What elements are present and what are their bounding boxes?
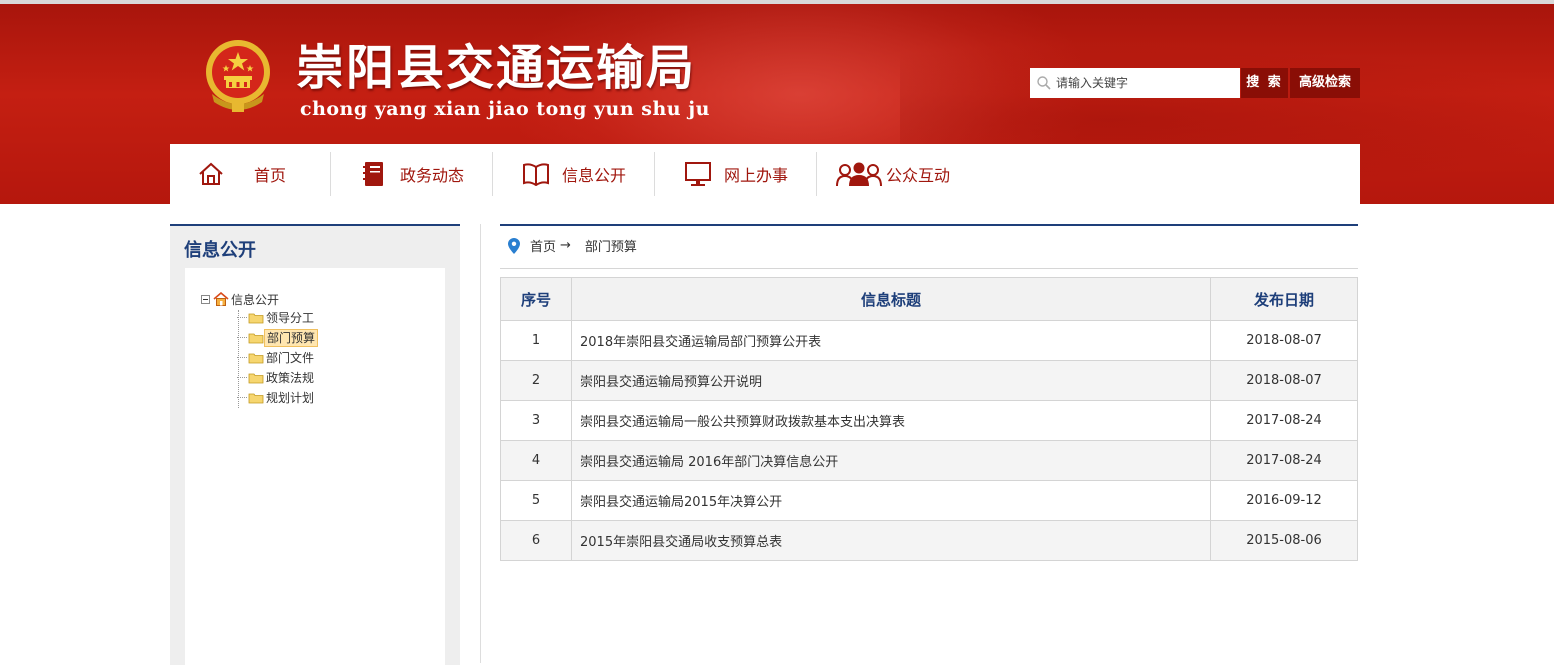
nav-label-home: 首页	[254, 166, 287, 185]
row-title-link[interactable]: 2015年崇阳县交通局收支预算总表	[571, 520, 1211, 561]
table-row: 5 崇阳县交通运输局2015年决算公开 2016-09-12	[500, 480, 1358, 521]
tree-node-dept-docs[interactable]: 部门文件	[237, 349, 316, 367]
open-book-icon	[523, 163, 549, 186]
search-input[interactable]	[1056, 68, 1236, 98]
table-row: 3 崇阳县交通运输局一般公共预算财政拨款基本支出决算表 2017-08-24	[500, 400, 1358, 441]
row-date: 2015-08-06	[1210, 520, 1358, 561]
nav-item-public-interaction[interactable]: 公众互动	[836, 144, 950, 204]
home-icon	[199, 162, 223, 185]
table-row: 2 崇阳县交通运输局预算公开说明 2018-08-07	[500, 360, 1358, 401]
sidebar-tree-panel: 信息公开 领导分工 部门预算 部门文件 政策法规 规划计划	[185, 268, 445, 665]
breadcrumb: 首页 → 部门预算	[500, 224, 1358, 269]
info-table: 序号 信息标题 发布日期 1 2018年崇阳县交通运输局部门预算公开表 2018…	[500, 277, 1358, 561]
row-date: 2016-09-12	[1210, 480, 1358, 521]
folder-icon	[248, 373, 264, 384]
column-header-date: 发布日期	[1210, 277, 1358, 321]
people-icon	[836, 162, 882, 187]
row-number: 2	[500, 360, 572, 401]
tree-node-dept-budget[interactable]: 部门预算	[237, 329, 319, 347]
tree-node-label: 规划计划	[266, 391, 315, 405]
tree-node-label: 部门预算	[264, 329, 319, 347]
nav-divider	[330, 152, 331, 196]
row-date: 2017-08-24	[1210, 440, 1358, 481]
row-date: 2018-08-07	[1210, 360, 1358, 401]
row-number: 4	[500, 440, 572, 481]
tree-node-policy[interactable]: 政策法规	[237, 369, 316, 387]
row-title-link[interactable]: 崇阳县交通运输局预算公开说明	[571, 360, 1211, 401]
row-date: 2018-08-07	[1210, 320, 1358, 361]
nav-item-online-service[interactable]: 网上办事	[684, 144, 788, 204]
nav-item-info-open[interactable]: 信息公开	[522, 144, 626, 204]
search-box	[1030, 68, 1240, 98]
tree-node-planning[interactable]: 规划计划	[237, 389, 316, 407]
folder-icon	[248, 353, 264, 364]
table-row: 4 崇阳县交通运输局 2016年部门决算信息公开 2017-08-24	[500, 440, 1358, 481]
nav-label-public-interaction: 公众互动	[886, 166, 951, 185]
nav-divider	[492, 152, 493, 196]
folder-icon	[248, 393, 264, 404]
row-number: 5	[500, 480, 572, 521]
row-title-link[interactable]: 2018年崇阳县交通运输局部门预算公开表	[571, 320, 1211, 361]
sidebar-title: 信息公开	[184, 240, 256, 261]
sidebar: 信息公开 信息公开 领导分工 部门预算 部门文件 政策法规 规划计划	[170, 224, 460, 665]
row-number: 6	[500, 520, 572, 561]
table-header-row: 序号 信息标题 发布日期	[500, 277, 1358, 321]
tree-node-label: 部门文件	[266, 351, 315, 365]
nav-label-news: 政务动态	[400, 166, 465, 185]
folder-icon	[248, 333, 264, 344]
tree-node-label: 领导分工	[266, 311, 315, 325]
tree-node-leadership[interactable]: 领导分工	[237, 309, 316, 327]
column-header-title: 信息标题	[571, 277, 1211, 321]
main-nav: 首页 政务动态 信息公开 网上办事 公众互动	[170, 144, 1360, 204]
table-row: 6 2015年崇阳县交通局收支预算总表 2015-08-06	[500, 520, 1358, 561]
notebook-icon	[363, 162, 383, 186]
home-folder-icon	[213, 292, 229, 306]
nav-label-online-service: 网上办事	[724, 166, 789, 185]
row-title-link[interactable]: 崇阳县交通运输局一般公共预算财政拨款基本支出决算表	[571, 400, 1211, 441]
site-pinyin-subtitle: chong yang xian jiao tong yun shu ju	[300, 98, 710, 120]
breadcrumb-current[interactable]: 部门预算	[585, 236, 637, 255]
search-button[interactable]: 搜 索	[1241, 68, 1288, 98]
nav-divider	[654, 152, 655, 196]
monitor-icon	[685, 162, 711, 186]
nav-label-info-open: 信息公开	[562, 166, 627, 185]
search-icon	[1037, 76, 1051, 90]
row-number: 3	[500, 400, 572, 441]
breadcrumb-arrow: →	[560, 238, 571, 253]
content-divider	[480, 224, 481, 663]
tree-node-label: 政策法规	[266, 371, 315, 385]
tree-root-label: 信息公开	[231, 292, 280, 307]
location-pin-icon	[508, 237, 520, 254]
folder-icon	[248, 313, 264, 324]
national-emblem-icon	[206, 40, 270, 112]
column-header-number: 序号	[500, 277, 572, 321]
table-row: 1 2018年崇阳县交通运输局部门预算公开表 2018-08-07	[500, 320, 1358, 361]
row-title-link[interactable]: 崇阳县交通运输局 2016年部门决算信息公开	[571, 440, 1211, 481]
advanced-search-button[interactable]: 高级检索	[1290, 68, 1360, 98]
nav-item-home[interactable]: 首页	[198, 144, 286, 204]
breadcrumb-home-link[interactable]: 首页	[530, 236, 556, 255]
tree-root-info-open[interactable]: 信息公开	[201, 290, 279, 308]
nav-divider	[816, 152, 817, 196]
nav-item-news[interactable]: 政务动态	[362, 144, 464, 204]
row-title-link[interactable]: 崇阳县交通运输局2015年决算公开	[571, 480, 1211, 521]
row-number: 1	[500, 320, 572, 361]
site-title: 崇阳县交通运输局	[296, 40, 697, 96]
collapse-toggle-icon[interactable]	[201, 294, 210, 304]
row-date: 2017-08-24	[1210, 400, 1358, 441]
